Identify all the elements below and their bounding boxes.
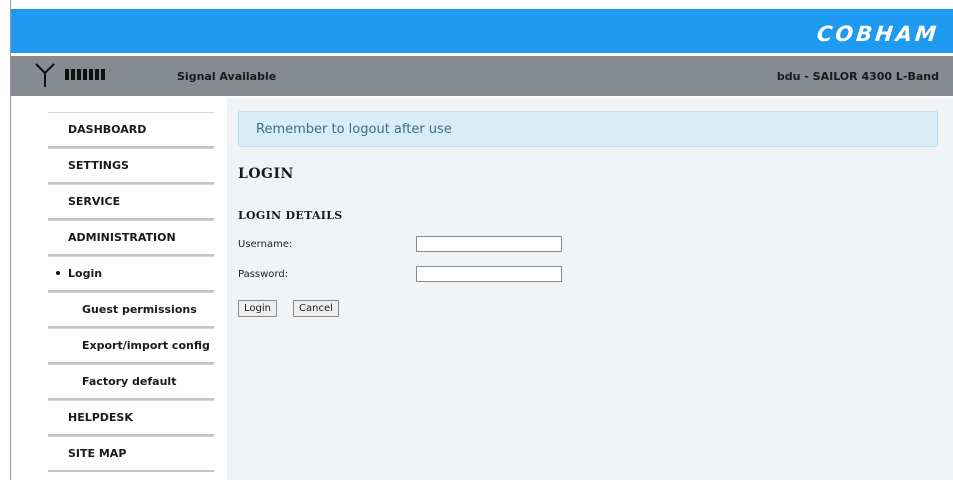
signal-bar	[71, 69, 75, 80]
sidebar-item-label: Export/import config	[82, 339, 210, 352]
window-left-edge	[0, 0, 11, 480]
device-name: bdu - SAILOR 4300 L-Band	[776, 70, 939, 83]
sidebar-item-label: SITE MAP	[68, 447, 127, 460]
main-content: Remember to logout after use LOGIN LOGIN…	[227, 98, 953, 480]
password-input[interactable]	[416, 266, 562, 282]
antenna-icon	[35, 63, 55, 87]
section-title: LOGIN DETAILS	[238, 209, 343, 222]
sidebar-item-label: SERVICE	[68, 195, 121, 208]
signal-bar	[101, 69, 105, 80]
active-bullet-icon	[56, 271, 60, 275]
signal-bar	[65, 69, 69, 80]
signal-bar	[83, 69, 87, 80]
sidebar-item-label: HELPDESK	[68, 411, 133, 424]
username-input[interactable]	[416, 236, 562, 252]
sidebar-item-guest-permissions[interactable]: Guest permissions	[48, 292, 214, 328]
sidebar-item-service[interactable]: SERVICE	[48, 184, 214, 220]
sidebar-item-site-map[interactable]: SITE MAP	[48, 436, 214, 472]
sidebar-item-factory-default[interactable]: Factory default	[48, 364, 214, 400]
signal-bar	[89, 69, 93, 80]
sidebar-item-helpdesk[interactable]: HELPDESK	[48, 400, 214, 436]
sidebar-item-label: Factory default	[82, 375, 177, 388]
page-title: LOGIN	[238, 166, 294, 182]
sidebar-item-dashboard[interactable]: DASHBOARD	[48, 112, 214, 148]
signal-status-text: Signal Available	[177, 70, 277, 83]
logout-reminder-notice: Remember to logout after use	[238, 111, 938, 147]
sidebar-item-label: ADMINISTRATION	[68, 231, 176, 244]
login-button[interactable]: Login	[238, 300, 277, 317]
brand-logo: COBHAM	[815, 22, 941, 46]
password-label: Password:	[238, 269, 289, 280]
sidebar-item-label: DASHBOARD	[68, 123, 147, 136]
sidebar-item-export-import-config[interactable]: Export/import config	[48, 328, 214, 364]
sidebar-item-label: Login	[68, 267, 103, 280]
signal-bar	[95, 69, 99, 80]
signal-strength-bars	[65, 69, 105, 80]
signal-bar	[77, 69, 81, 80]
sidebar-item-login[interactable]: Login	[48, 256, 214, 292]
header-bar: COBHAM	[11, 9, 953, 53]
status-bar: Signal Available bdu - SAILOR 4300 L-Ban…	[11, 56, 953, 96]
sidebar-item-administration[interactable]: ADMINISTRATION	[48, 220, 214, 256]
username-label: Username:	[238, 239, 293, 250]
sidebar-nav: DASHBOARD SETTINGS SERVICE ADMINISTRATIO…	[48, 112, 214, 472]
sidebar-item-label: SETTINGS	[68, 159, 129, 172]
cancel-button[interactable]: Cancel	[293, 300, 339, 317]
sidebar-item-label: Guest permissions	[82, 303, 197, 316]
sidebar-item-settings[interactable]: SETTINGS	[48, 148, 214, 184]
